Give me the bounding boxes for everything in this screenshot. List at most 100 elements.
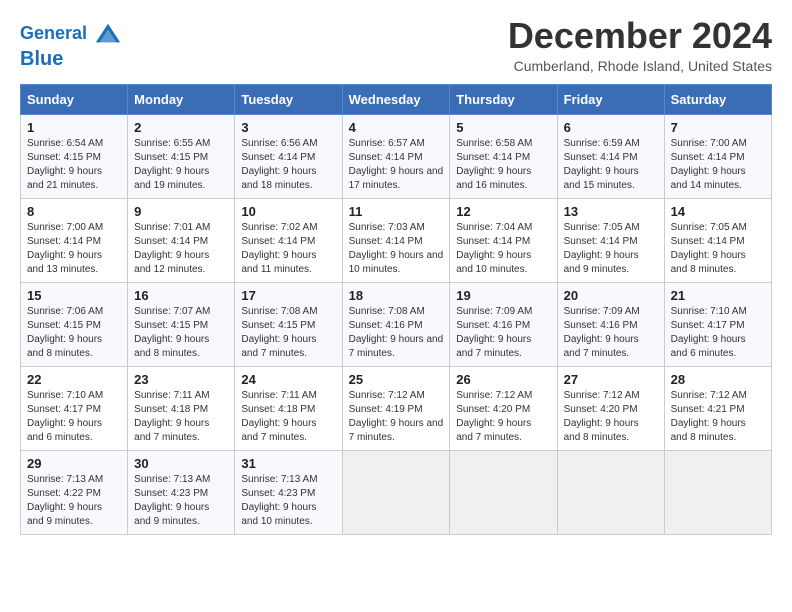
day-info: Sunrise: 7:12 AMSunset: 4:19 PMDaylight:…: [349, 389, 444, 445]
day-info: Sunrise: 7:05 AMSunset: 4:14 PMDaylight:…: [671, 221, 765, 277]
calendar-cell: 6 Sunrise: 6:59 AMSunset: 4:14 PMDaylight…: [557, 114, 664, 198]
day-number: 27: [564, 372, 658, 387]
logo-icon: [94, 20, 122, 48]
location: Cumberland, Rhode Island, United States: [508, 58, 772, 74]
day-number: 19: [456, 288, 550, 303]
calendar-week-row: 8Sunrise: 7:00 AMSunset: 4:14 PMDaylight…: [21, 198, 772, 282]
calendar-cell: 2 Sunrise: 6:55 AMSunset: 4:15 PMDaylight…: [128, 114, 235, 198]
calendar-cell: 23 Sunrise: 7:11 AMSunset: 4:18 PMDayligh…: [128, 366, 235, 450]
calendar-cell: 10 Sunrise: 7:02 AMSunset: 4:14 PMDayligh…: [235, 198, 342, 282]
day-info: Sunrise: 7:09 AMSunset: 4:16 PMDaylight:…: [456, 305, 550, 361]
weekday-header-saturday: Saturday: [664, 84, 771, 114]
day-number: 31: [241, 456, 335, 471]
calendar-week-row: 22Sunrise: 7:10 AMSunset: 4:17 PMDayligh…: [21, 366, 772, 450]
day-info: Sunrise: 7:12 AMSunset: 4:20 PMDaylight:…: [456, 389, 550, 445]
day-info: Sunrise: 7:02 AMSunset: 4:14 PMDaylight:…: [241, 221, 335, 277]
day-number: 5: [456, 120, 550, 135]
day-info: Sunrise: 7:10 AMSunset: 4:17 PMDaylight:…: [27, 389, 121, 445]
day-info: Sunrise: 7:01 AMSunset: 4:14 PMDaylight:…: [134, 221, 228, 277]
day-info: Sunrise: 7:06 AMSunset: 4:15 PMDaylight:…: [27, 305, 121, 361]
weekday-header-tuesday: Tuesday: [235, 84, 342, 114]
day-info: Sunrise: 6:55 AMSunset: 4:15 PMDaylight:…: [134, 137, 228, 193]
calendar-cell: [557, 450, 664, 534]
day-number: 6: [564, 120, 658, 135]
calendar-cell: 4 Sunrise: 6:57 AMSunset: 4:14 PMDaylight…: [342, 114, 450, 198]
day-number: 10: [241, 204, 335, 219]
day-info: Sunrise: 7:10 AMSunset: 4:17 PMDaylight:…: [671, 305, 765, 361]
calendar-cell: 13 Sunrise: 7:05 AMSunset: 4:14 PMDayligh…: [557, 198, 664, 282]
day-info: Sunrise: 7:13 AMSunset: 4:23 PMDaylight:…: [241, 473, 335, 529]
day-info: Sunrise: 7:00 AMSunset: 4:14 PMDaylight:…: [671, 137, 765, 193]
calendar-cell: 28 Sunrise: 7:12 AMSunset: 4:21 PMDayligh…: [664, 366, 771, 450]
day-number: 3: [241, 120, 335, 135]
calendar-cell: 31 Sunrise: 7:13 AMSunset: 4:23 PMDayligh…: [235, 450, 342, 534]
calendar-cell: 27 Sunrise: 7:12 AMSunset: 4:20 PMDayligh…: [557, 366, 664, 450]
calendar-week-row: 15 Sunrise: 7:06 AMSunset: 4:15 PMDayligh…: [21, 282, 772, 366]
day-number: 21: [671, 288, 765, 303]
weekday-header-wednesday: Wednesday: [342, 84, 450, 114]
title-area: December 2024 Cumberland, Rhode Island, …: [508, 16, 772, 74]
calendar-cell: 5 Sunrise: 6:58 AMSunset: 4:14 PMDaylight…: [450, 114, 557, 198]
day-number: 20: [564, 288, 658, 303]
day-number: 4: [349, 120, 444, 135]
day-info: Sunrise: 6:57 AMSunset: 4:14 PMDaylight:…: [349, 137, 444, 193]
calendar-header-row: SundayMondayTuesdayWednesdayThursdayFrid…: [21, 84, 772, 114]
day-info: Sunrise: 7:07 AMSunset: 4:15 PMDaylight:…: [134, 305, 228, 361]
calendar-cell: 15 Sunrise: 7:06 AMSunset: 4:15 PMDayligh…: [21, 282, 128, 366]
logo-text: General: [20, 20, 122, 48]
calendar-cell: 1 Sunrise: 6:54 AMSunset: 4:15 PMDaylight…: [21, 114, 128, 198]
day-info: Sunrise: 6:54 AMSunset: 4:15 PMDaylight:…: [27, 137, 121, 193]
calendar-cell: [342, 450, 450, 534]
day-info: Sunrise: 7:11 AMSunset: 4:18 PMDaylight:…: [134, 389, 228, 445]
calendar-cell: 26 Sunrise: 7:12 AMSunset: 4:20 PMDayligh…: [450, 366, 557, 450]
day-number: 14: [671, 204, 765, 219]
calendar-cell: 20 Sunrise: 7:09 AMSunset: 4:16 PMDayligh…: [557, 282, 664, 366]
calendar-week-row: 29 Sunrise: 7:13 AMSunset: 4:22 PMDayligh…: [21, 450, 772, 534]
calendar-cell: 14 Sunrise: 7:05 AMSunset: 4:14 PMDayligh…: [664, 198, 771, 282]
calendar-cell: 18Sunrise: 7:08 AMSunset: 4:16 PMDayligh…: [342, 282, 450, 366]
calendar-cell: 9Sunrise: 7:01 AMSunset: 4:14 PMDaylight…: [128, 198, 235, 282]
calendar-cell: 16 Sunrise: 7:07 AMSunset: 4:15 PMDayligh…: [128, 282, 235, 366]
calendar-cell: 22Sunrise: 7:10 AMSunset: 4:17 PMDayligh…: [21, 366, 128, 450]
calendar-cell: 3 Sunrise: 6:56 AMSunset: 4:14 PMDaylight…: [235, 114, 342, 198]
day-number: 13: [564, 204, 658, 219]
page-header: General Blue December 2024 Cumberland, R…: [20, 16, 772, 74]
day-number: 18: [349, 288, 444, 303]
day-number: 29: [27, 456, 121, 471]
calendar-cell: 7 Sunrise: 7:00 AMSunset: 4:14 PMDaylight…: [664, 114, 771, 198]
day-info: Sunrise: 6:56 AMSunset: 4:14 PMDaylight:…: [241, 137, 335, 193]
day-info: Sunrise: 6:58 AMSunset: 4:14 PMDaylight:…: [456, 137, 550, 193]
day-number: 23: [134, 372, 228, 387]
calendar-cell: 29 Sunrise: 7:13 AMSunset: 4:22 PMDayligh…: [21, 450, 128, 534]
calendar-cell: 25 Sunrise: 7:12 AMSunset: 4:19 PMDayligh…: [342, 366, 450, 450]
calendar-cell: [664, 450, 771, 534]
calendar-cell: 19 Sunrise: 7:09 AMSunset: 4:16 PMDayligh…: [450, 282, 557, 366]
calendar-cell: 17Sunrise: 7:08 AMSunset: 4:15 PMDayligh…: [235, 282, 342, 366]
calendar-cell: [450, 450, 557, 534]
logo-blue-text: Blue: [20, 48, 122, 70]
day-info: Sunrise: 7:09 AMSunset: 4:16 PMDaylight:…: [564, 305, 658, 361]
weekday-header-sunday: Sunday: [21, 84, 128, 114]
day-number: 11: [349, 204, 444, 219]
weekday-header-friday: Friday: [557, 84, 664, 114]
calendar-cell: 11 Sunrise: 7:03 AMSunset: 4:14 PMDayligh…: [342, 198, 450, 282]
weekday-header-monday: Monday: [128, 84, 235, 114]
day-info: Sunrise: 7:12 AMSunset: 4:20 PMDaylight:…: [564, 389, 658, 445]
day-number: 7: [671, 120, 765, 135]
day-info: Sunrise: 7:05 AMSunset: 4:14 PMDaylight:…: [564, 221, 658, 277]
calendar-table: SundayMondayTuesdayWednesdayThursdayFrid…: [20, 84, 772, 535]
day-info: Sunrise: 7:13 AMSunset: 4:22 PMDaylight:…: [27, 473, 121, 529]
day-number: 15: [27, 288, 121, 303]
calendar-cell: 30Sunrise: 7:13 AMSunset: 4:23 PMDayligh…: [128, 450, 235, 534]
day-number: 26: [456, 372, 550, 387]
calendar-cell: 8Sunrise: 7:00 AMSunset: 4:14 PMDaylight…: [21, 198, 128, 282]
day-number: 1: [27, 120, 121, 135]
day-info: Sunrise: 7:12 AMSunset: 4:21 PMDaylight:…: [671, 389, 765, 445]
day-info: Sunrise: 6:59 AMSunset: 4:14 PMDaylight:…: [564, 137, 658, 193]
day-number: 2: [134, 120, 228, 135]
day-info: Sunrise: 7:03 AMSunset: 4:14 PMDaylight:…: [349, 221, 444, 277]
day-number: 16: [134, 288, 228, 303]
day-number: 28: [671, 372, 765, 387]
day-number: 25: [349, 372, 444, 387]
day-info: Sunrise: 7:11 AMSunset: 4:18 PMDaylight:…: [241, 389, 335, 445]
